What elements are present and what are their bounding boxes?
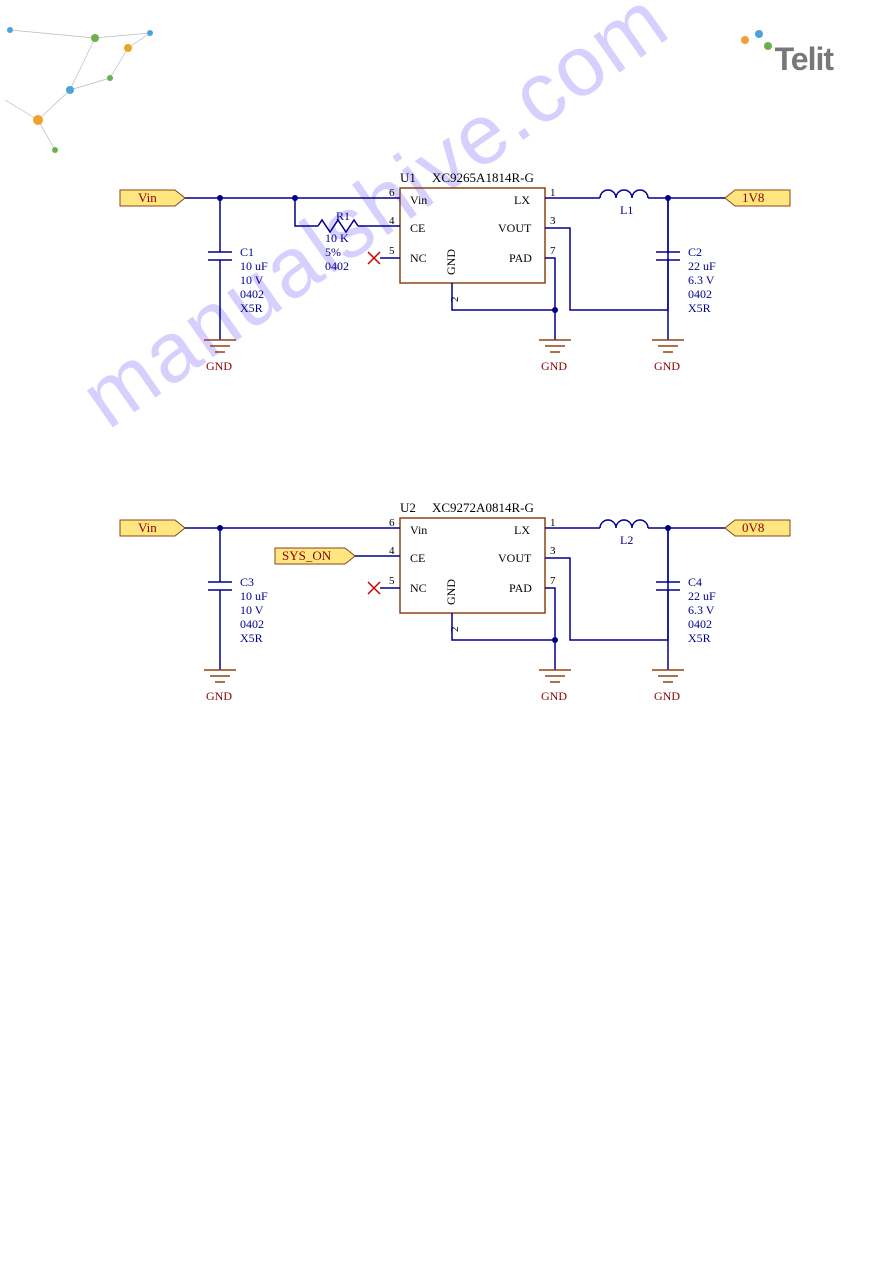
schematic-circuit-2: Vin 0V8 SYS_ON U2 XC9272A0814R-G Vin CE … — [100, 500, 800, 730]
svg-text:5%: 5% — [325, 245, 341, 259]
svg-text:4: 4 — [389, 215, 395, 227]
svg-text:1: 1 — [550, 187, 556, 199]
svg-text:0402: 0402 — [325, 259, 349, 273]
svg-text:4: 4 — [389, 545, 395, 557]
svg-text:GND: GND — [206, 689, 232, 703]
svg-text:PAD: PAD — [509, 251, 532, 265]
svg-text:6.3 V: 6.3 V — [688, 603, 715, 617]
svg-text:Vin: Vin — [410, 193, 427, 207]
svg-text:0402: 0402 — [688, 287, 712, 301]
svg-text:10 V: 10 V — [240, 603, 264, 617]
svg-text:0V8: 0V8 — [742, 520, 764, 535]
svg-text:10 K: 10 K — [325, 231, 349, 245]
svg-text:GND: GND — [541, 689, 567, 703]
nc-marker-icon — [368, 252, 380, 264]
gnd-icon: GND — [204, 340, 236, 373]
l1-ref: L1 — [620, 203, 633, 217]
svg-text:Vin: Vin — [410, 523, 427, 537]
logo-text: Telit — [775, 41, 833, 77]
svg-text:5: 5 — [389, 575, 395, 587]
svg-text:SYS_ON: SYS_ON — [282, 548, 332, 563]
svg-text:XC9272A0814R-G: XC9272A0814R-G — [432, 500, 534, 515]
logo: Telit — [741, 30, 833, 78]
svg-text:X5R: X5R — [688, 631, 711, 645]
svg-text:LX: LX — [514, 193, 530, 207]
c2-ref: C2 — [688, 245, 702, 259]
svg-text:NC: NC — [410, 251, 427, 265]
svg-text:CE: CE — [410, 221, 425, 235]
c1-ref: C1 — [240, 245, 254, 259]
svg-text:CE: CE — [410, 551, 425, 565]
svg-text:22 uF: 22 uF — [688, 589, 716, 603]
svg-text:GND: GND — [541, 359, 567, 373]
svg-text:6: 6 — [389, 187, 395, 199]
svg-text:PAD: PAD — [509, 581, 532, 595]
svg-text:VOUT: VOUT — [498, 551, 532, 565]
svg-text:L2: L2 — [620, 533, 633, 547]
svg-text:GND: GND — [444, 579, 458, 605]
ic-u1-part: XC9265A1814R-G — [432, 170, 534, 185]
svg-text:2: 2 — [449, 627, 461, 633]
svg-text:NC: NC — [410, 581, 427, 595]
svg-text:X5R: X5R — [240, 301, 263, 315]
svg-text:GND: GND — [654, 359, 680, 373]
svg-text:GND: GND — [206, 359, 232, 373]
svg-text:3: 3 — [550, 545, 556, 557]
svg-text:Vin: Vin — [138, 520, 157, 535]
svg-text:X5R: X5R — [688, 301, 711, 315]
svg-text:0402: 0402 — [240, 287, 264, 301]
svg-text:VOUT: VOUT — [498, 221, 532, 235]
svg-text:7: 7 — [550, 245, 556, 257]
port-1v8-label: 1V8 — [742, 190, 764, 205]
svg-text:22 uF: 22 uF — [688, 259, 716, 273]
svg-text:7: 7 — [550, 575, 556, 587]
schematic-circuit-1: Vin 1V8 U1 XC9265A1814R-G Vin CE NC 6 4 … — [100, 170, 800, 400]
decorative-graph — [0, 0, 200, 170]
svg-text:C3: C3 — [240, 575, 254, 589]
svg-text:10 uF: 10 uF — [240, 589, 268, 603]
svg-text:5: 5 — [389, 245, 395, 257]
svg-text:0402: 0402 — [240, 617, 264, 631]
svg-text:6: 6 — [389, 517, 395, 529]
port-vin-label: Vin — [138, 190, 157, 205]
ic-u1-ref: U1 — [400, 170, 416, 185]
svg-text:U2: U2 — [400, 500, 416, 515]
r1-ref: R1 — [336, 209, 350, 223]
gnd-icon: GND — [539, 340, 571, 373]
svg-text:0402: 0402 — [688, 617, 712, 631]
svg-text:C4: C4 — [688, 575, 702, 589]
svg-text:GND: GND — [444, 249, 458, 275]
svg-text:10 V: 10 V — [240, 273, 264, 287]
svg-text:1: 1 — [550, 517, 556, 529]
svg-text:LX: LX — [514, 523, 530, 537]
svg-text:6.3 V: 6.3 V — [688, 273, 715, 287]
svg-text:GND: GND — [654, 689, 680, 703]
svg-text:10 uF: 10 uF — [240, 259, 268, 273]
svg-text:2: 2 — [449, 297, 461, 303]
svg-text:X5R: X5R — [240, 631, 263, 645]
gnd-icon: GND — [652, 340, 684, 373]
svg-text:3: 3 — [550, 215, 556, 227]
